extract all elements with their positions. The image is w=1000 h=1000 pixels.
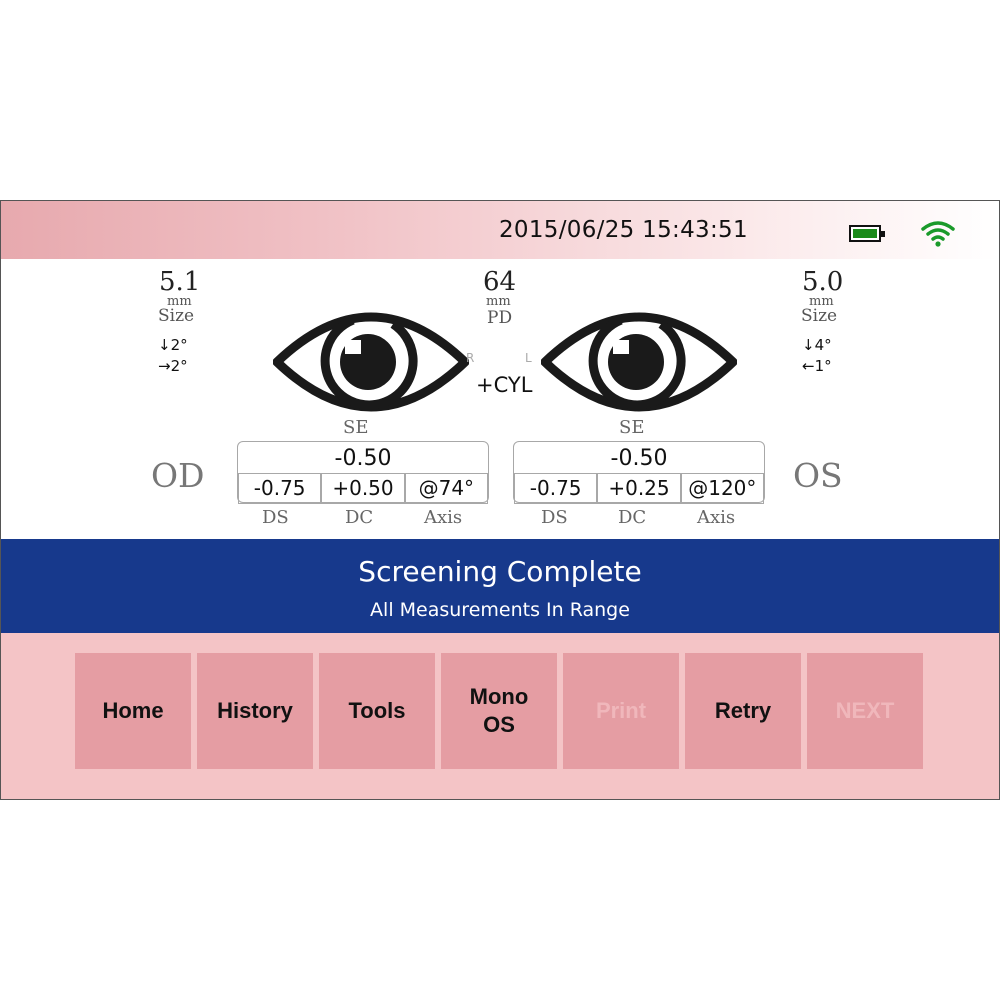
od-se-label: SE	[343, 417, 369, 438]
os-gaze-horizontal: ←1°	[802, 357, 832, 375]
datetime: 2015/06/25 15:43:51	[499, 217, 748, 243]
od-axis-header: Axis	[424, 507, 463, 528]
od-ds-header: DS	[262, 507, 289, 528]
home-button[interactable]: Home	[75, 653, 191, 769]
os-axis-header: Axis	[697, 507, 736, 528]
od-gaze-horizontal: →2°	[158, 357, 188, 375]
battery-full-icon	[849, 225, 885, 242]
banner-subtitle: All Measurements In Range	[370, 599, 630, 621]
od-rx-box: -0.50 -0.75 +0.50 @74°	[237, 441, 489, 504]
os-size-label: Size	[801, 306, 838, 326]
bottom-nav: Home History Tools Mono OS Print Retry N…	[1, 633, 999, 799]
os-ds-value: -0.75	[514, 473, 598, 504]
status-bar: 2015/06/25 15:43:51	[1, 201, 999, 259]
os-rx-box: -0.50 -0.75 +0.25 @120°	[513, 441, 765, 504]
left-eye-letter: L	[525, 351, 532, 365]
right-eye-letter: R	[466, 351, 475, 365]
od-dc-header: DC	[345, 507, 374, 528]
od-se-value: -0.50	[334, 446, 392, 471]
device-screen: 2015/06/25 15:43:51 5.1 mm Size ↓2° →2° …	[0, 200, 1000, 800]
pd-label: PD	[487, 308, 513, 328]
os-dc-value: +0.25	[597, 473, 681, 504]
od-gaze-vertical: ↓2°	[158, 336, 188, 354]
od-dc-value: +0.50	[321, 473, 405, 504]
mono-os-button[interactable]: Mono OS	[441, 653, 557, 769]
os-dc-header: DC	[618, 507, 647, 528]
od-size-value: 5.1	[159, 267, 201, 297]
tools-button[interactable]: Tools	[319, 653, 435, 769]
pd-unit: mm	[486, 294, 511, 309]
os-label: OS	[793, 456, 843, 495]
os-ds-header: DS	[541, 507, 568, 528]
print-button[interactable]: Print	[563, 653, 679, 769]
od-axis-value: @74°	[404, 473, 488, 504]
right-eye-icon	[273, 312, 469, 412]
os-size-value: 5.0	[802, 267, 844, 297]
os-se-label: SE	[619, 417, 645, 438]
pd-value: 64	[483, 267, 517, 297]
banner-title: Screening Complete	[358, 555, 642, 588]
od-size-label: Size	[158, 306, 195, 326]
os-se-value: -0.50	[610, 446, 668, 471]
os-gaze-vertical: ↓4°	[802, 336, 832, 354]
cyl-mode: +CYL	[476, 373, 533, 397]
od-label: OD	[151, 456, 205, 495]
left-eye-icon	[541, 312, 737, 412]
wifi-icon	[921, 221, 955, 247]
result-banner: Screening Complete All Measurements In R…	[1, 539, 999, 633]
retry-button[interactable]: Retry	[685, 653, 801, 769]
next-button[interactable]: NEXT	[807, 653, 923, 769]
od-ds-value: -0.75	[238, 473, 322, 504]
os-axis-value: @120°	[680, 473, 764, 504]
history-button[interactable]: History	[197, 653, 313, 769]
